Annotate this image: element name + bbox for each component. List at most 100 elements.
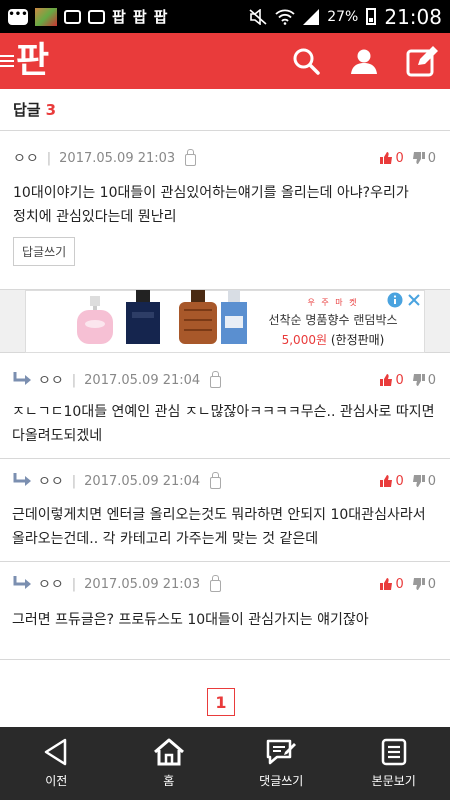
thumbs-up-icon — [380, 578, 393, 590]
like-button[interactable]: 0 — [379, 150, 404, 166]
reply-write-button[interactable]: 답글쓰기 — [13, 237, 76, 266]
dislike-count: 0 — [427, 150, 436, 166]
comment-write-icon — [267, 739, 297, 765]
back-icon — [45, 738, 67, 766]
thumbs-down-icon — [412, 152, 425, 164]
status-bar: ••• 팝 팝 팝 27% 21:08 — [0, 0, 450, 33]
reply-author: ㅇㅇ — [38, 474, 64, 490]
like-count: 0 — [395, 150, 404, 166]
comment-body: 10대이야기는 10대들이 관심있어하는얘기를 올리는데 아냐?우리가 정치에 … — [13, 185, 409, 225]
reply-body: 그러면 프듀글은? 프로듀스도 10대들이 관심가지는 얘기잖아 — [12, 612, 369, 628]
reply-arrow-icon — [13, 473, 31, 486]
comment-date: 2017.05.09 21:03 — [59, 150, 176, 166]
reply-arrow-icon — [13, 576, 31, 589]
nav-view-post-label: 본문보기 — [371, 774, 416, 788]
like-count: 0 — [395, 576, 404, 592]
ad-banner[interactable]: 우 주 마 켓 선착순 명품향수 랜덤박스 5,000원 (한정판매) — [25, 290, 425, 353]
home-icon — [153, 738, 184, 766]
sub-reply: ㅇㅇ | 2017.05.09 21:03 0 0 그러면 프듀글은? 프로듀스… — [0, 562, 450, 660]
pan-notification-3: 팝 — [153, 8, 168, 26]
bottom-nav: 이전 홈 댓글쓰기 본문보기 — [0, 727, 450, 800]
dislike-count: 0 — [427, 473, 436, 489]
reply-author: ㅇㅇ — [38, 577, 64, 593]
reply-arrow-icon — [13, 372, 31, 385]
dislike-count: 0 — [427, 372, 436, 388]
reply-count-header: 답글 3 — [0, 89, 450, 131]
like-count: 0 — [395, 473, 404, 489]
thumbs-down-icon — [412, 374, 425, 386]
reply-body: 근데이렇게치면 엔터글 올리오는것도 뭐라하면 안되지 10대관심사라서 올라오… — [12, 507, 426, 547]
sub-reply: ㅇㅇ | 2017.05.09 21:04 0 0 ㅈㄴㄱㄷ10대들 연예인 관… — [0, 353, 450, 459]
perfume-bottle-navy — [126, 290, 160, 344]
comment-author: ㅇㅇ — [13, 151, 39, 167]
logo[interactable]: 판 — [0, 33, 49, 89]
like-button[interactable]: 0 — [379, 372, 404, 388]
search-icon[interactable] — [290, 45, 322, 77]
dislike-button[interactable]: 0 — [412, 577, 436, 592]
thumbs-down-icon — [412, 475, 425, 487]
reply-label: 답글 — [13, 101, 41, 119]
reply-date: 2017.05.09 21:04 — [84, 473, 201, 489]
menu-icon[interactable] — [0, 55, 14, 67]
nav-home-label: 홈 — [163, 774, 175, 788]
document-icon — [381, 738, 406, 766]
dislike-button[interactable]: 0 — [412, 373, 436, 388]
lock-icon — [185, 149, 197, 166]
reply-date: 2017.05.09 21:04 — [84, 372, 201, 388]
ad-text: 우 주 마 켓 선착순 명품향수 랜덤박스 5,000원 (한정판매) — [258, 297, 408, 348]
perfume-bottle-brown — [179, 290, 217, 344]
nav-view-post[interactable]: 본문보기 — [338, 727, 450, 800]
ad-zone: 우 주 마 켓 선착순 명품향수 랜덤박스 5,000원 (한정판매) — [0, 290, 450, 353]
user-icon[interactable] — [348, 45, 380, 77]
reply-date: 2017.05.09 21:03 — [84, 576, 201, 592]
perfume-bottle-pink — [77, 296, 113, 344]
main-comment: ㅇㅇ | 2017.05.09 21:03 0 0 10대이야기는 10대들이 … — [0, 131, 450, 290]
page-1-button[interactable]: 1 — [207, 688, 235, 716]
mute-icon — [249, 8, 267, 25]
sub-reply: ㅇㅇ | 2017.05.09 21:04 0 0 근데이렇게치면 엔터글 올리… — [0, 459, 450, 562]
clock: 21:08 — [384, 4, 442, 29]
app-header: 판 — [0, 33, 450, 89]
nav-comment-write-label: 댓글쓰기 — [259, 774, 304, 788]
thumbs-down-icon — [412, 578, 425, 590]
signal-icon — [303, 8, 320, 25]
like-button[interactable]: 0 — [379, 473, 404, 489]
reply-body: ㅈㄴㄱㄷ10대들 연예인 관심 ㅈㄴ많잖아ㅋㅋㅋㅋ무슨.. 관심사로 따지면 다… — [12, 404, 435, 444]
ad-brand: 우 주 마 켓 — [307, 298, 359, 307]
dislike-button[interactable]: 0 — [412, 151, 436, 166]
image-icon — [88, 9, 105, 24]
lock-icon — [210, 371, 222, 388]
like-button[interactable]: 0 — [379, 576, 404, 592]
thumbs-up-icon — [380, 374, 393, 386]
ad-headline: 선착순 명품향수 랜덤박스 — [268, 313, 398, 327]
info-icon[interactable] — [387, 292, 403, 308]
reply-count: 3 — [45, 100, 57, 119]
nav-comment-write[interactable]: 댓글쓰기 — [225, 727, 338, 800]
nav-back[interactable]: 이전 — [0, 727, 113, 800]
close-icon[interactable] — [407, 293, 421, 307]
thumbs-up-icon — [380, 152, 393, 164]
lock-icon — [210, 472, 222, 489]
pan-notification-1: 팝 — [112, 8, 126, 26]
wifi-icon — [275, 9, 295, 25]
like-count: 0 — [395, 372, 404, 388]
pan-notification-2: 팝 — [132, 8, 147, 26]
logo-text: 판 — [16, 40, 49, 81]
nav-home[interactable]: 홈 — [113, 727, 226, 800]
battery-percent: 27% — [327, 8, 359, 25]
mail-icon — [64, 9, 81, 24]
nav-back-label: 이전 — [45, 774, 68, 788]
app-thumbnail-icon — [35, 7, 57, 26]
write-icon[interactable] — [406, 45, 438, 77]
dislike-count: 0 — [427, 576, 436, 592]
battery-icon — [366, 8, 377, 25]
reply-author: ㅇㅇ — [38, 373, 64, 389]
ad-price: 5,000원 — [281, 333, 328, 347]
message-dots-icon: ••• — [8, 8, 28, 25]
dislike-button[interactable]: 0 — [412, 474, 436, 489]
ad-price-line: 5,000원 (한정판매) — [258, 331, 408, 348]
thumbs-up-icon — [380, 475, 393, 487]
perfume-bottle-blue — [221, 290, 247, 344]
ad-price-note: (한정판매) — [330, 333, 385, 347]
lock-icon — [210, 575, 222, 592]
